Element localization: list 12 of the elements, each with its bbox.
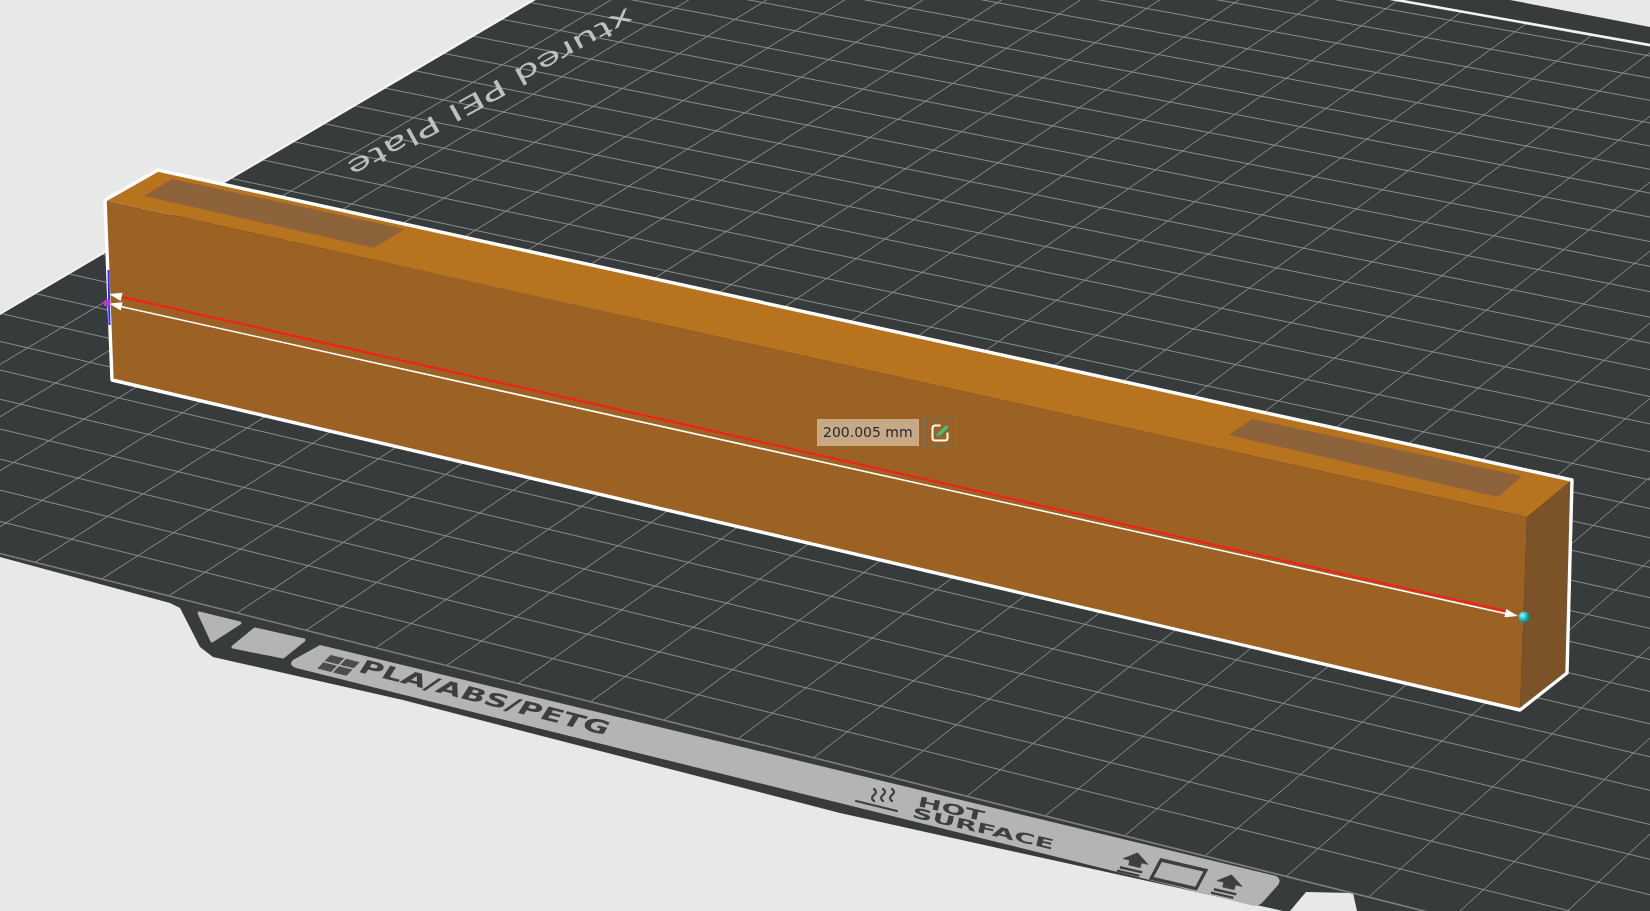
edit-button[interactable] [923,418,956,447]
start-point-icon [103,299,111,307]
end-point-icon [1518,611,1530,623]
triangle-icon [197,611,242,643]
grid-logo-icon [317,654,360,676]
arrow-up-icon [1209,874,1243,900]
pencil-icon [929,422,950,443]
arrow-up-icon [1115,852,1149,878]
distance-label: 200.005 mm [817,419,919,446]
edge-highlight [107,269,111,326]
heat-icon [854,787,899,813]
tile-icon [231,627,306,659]
